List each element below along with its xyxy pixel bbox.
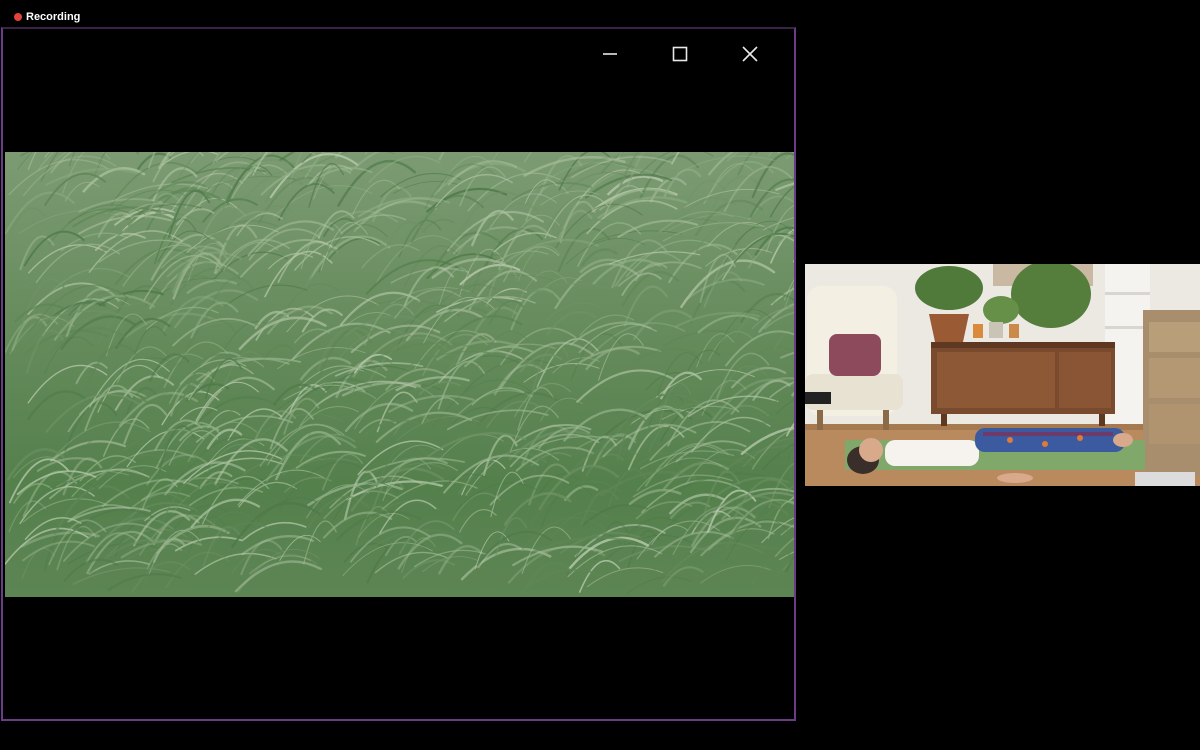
close-button[interactable] — [722, 39, 778, 69]
record-dot-icon — [14, 13, 22, 21]
screen: Recording — [0, 0, 1200, 750]
minimize-icon — [603, 53, 617, 55]
participant-video[interactable] — [805, 264, 1200, 486]
grass-scene — [5, 152, 794, 597]
maximize-button[interactable] — [652, 39, 708, 69]
maximize-icon — [672, 46, 688, 62]
recording-label: Recording — [26, 11, 81, 23]
shared-video-grass[interactable] — [5, 152, 794, 597]
minimize-button[interactable] — [582, 39, 638, 69]
window-controls — [582, 39, 778, 69]
close-icon — [742, 46, 758, 62]
participant-scene — [805, 264, 1200, 486]
recording-indicator[interactable]: Recording — [14, 10, 80, 24]
shared-screen-window — [1, 27, 796, 721]
